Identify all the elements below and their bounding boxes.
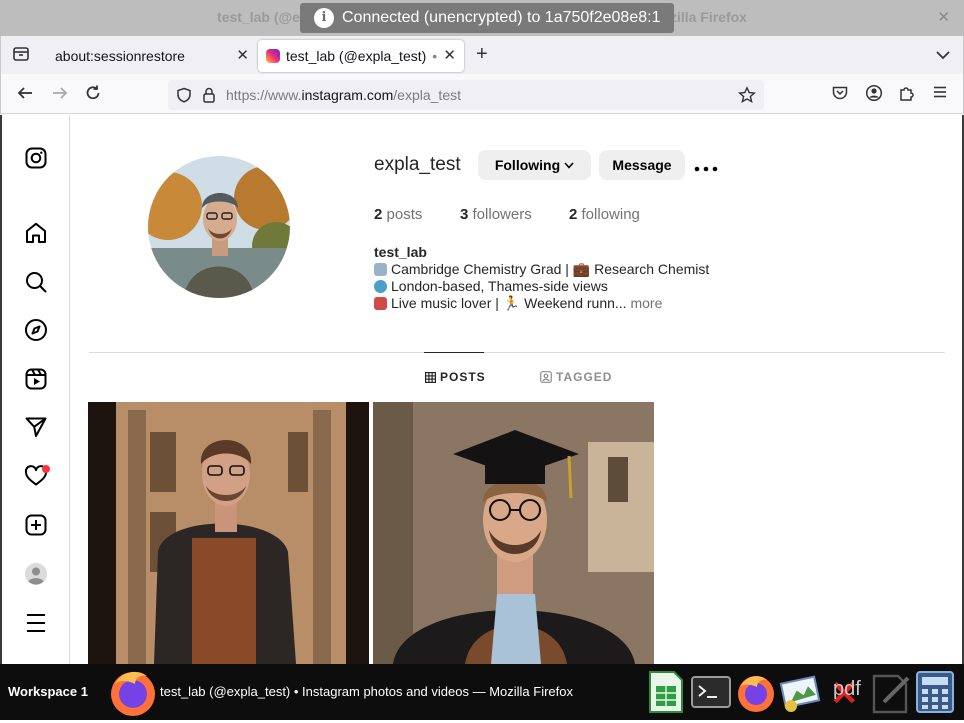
profile-avatar[interactable] xyxy=(148,156,290,298)
pdf-viewer-app-icon[interactable]: ✕ pdf xyxy=(830,675,861,713)
bio-line: London-based, Thames-side views xyxy=(374,278,608,294)
bio-text: Cambridge Chemistry Grad | 💼 Research Ch… xyxy=(391,261,710,277)
spreadsheet-app-icon[interactable] xyxy=(648,670,684,719)
bookmark-star-icon[interactable] xyxy=(738,86,756,109)
followers-link[interactable]: 3 followers xyxy=(460,206,532,223)
vnc-connection-banner: i Connected (unencrypted) to 1a750f2e08e… xyxy=(300,3,675,33)
following-count-label: following xyxy=(581,206,640,223)
banner-text: Connected (unencrypted) to 1a750f2e08e8:… xyxy=(342,9,661,26)
bio-more-link[interactable]: more xyxy=(630,295,662,311)
url-bar[interactable]: https://www.instagram.com/expla_test xyxy=(168,80,764,110)
grid-icon xyxy=(425,371,436,383)
text-editor-app-icon[interactable] xyxy=(870,670,912,719)
messages-paper-plane-icon[interactable] xyxy=(24,415,48,444)
chevron-down-icon xyxy=(564,162,574,169)
url-prefix: https://www. xyxy=(226,87,302,103)
tab-label: about:sessionrestore xyxy=(55,48,185,64)
instagram-logo-icon[interactable] xyxy=(24,146,48,175)
window-close-button[interactable]: ✕ xyxy=(937,8,950,26)
message-button[interactable]: Message xyxy=(599,150,685,180)
bio-text: Live music lover | 🏃 Weekend runn... xyxy=(391,295,627,311)
firefox-launcher-icon[interactable] xyxy=(735,672,777,719)
active-tab-indicator xyxy=(424,352,484,353)
tracking-protection-shield-icon[interactable] xyxy=(176,87,192,108)
firefox-taskbar-icon[interactable] xyxy=(107,666,159,723)
window-title-right: zilla Firefox xyxy=(669,9,747,25)
forward-arrow-icon[interactable] xyxy=(51,84,69,107)
tabs-divider xyxy=(89,352,945,353)
back-arrow-icon[interactable] xyxy=(16,84,34,107)
bio-line: Cambridge Chemistry Grad | 💼 Research Ch… xyxy=(374,261,709,278)
followers-count-value: 3 xyxy=(460,206,469,223)
tab-posts[interactable]: POSTS xyxy=(425,370,486,384)
more-menu-hamburger-icon[interactable] xyxy=(24,611,48,640)
more-options-icon[interactable] xyxy=(694,160,718,178)
globe-emoji-icon xyxy=(374,280,387,293)
tab-posts-label: POSTS xyxy=(440,370,486,384)
new-tab-button[interactable]: + xyxy=(476,43,488,66)
profile-display-name: test_lab xyxy=(374,244,427,260)
lock-icon[interactable] xyxy=(202,87,216,108)
home-icon[interactable] xyxy=(24,221,48,250)
post-thumbnail[interactable] xyxy=(88,402,369,664)
workspace-label[interactable]: Workspace 1 xyxy=(8,684,88,699)
url-text[interactable]: https://www.instagram.com/expla_test xyxy=(226,87,461,103)
tab-close-icon[interactable]: ✕ xyxy=(443,46,456,64)
bio-text: London-based, Thames-side views xyxy=(391,278,608,294)
calculator-app-icon[interactable] xyxy=(914,670,956,719)
profile-avatar-icon[interactable] xyxy=(24,562,48,591)
navigation-toolbar: https://www.instagram.com/expla_test xyxy=(0,74,964,114)
pocket-icon[interactable] xyxy=(831,84,849,107)
following-link[interactable]: 2 following xyxy=(569,206,640,223)
posts-count-value: 2 xyxy=(374,206,383,223)
hamburger-menu-icon[interactable] xyxy=(932,84,948,105)
info-icon: i xyxy=(314,8,334,28)
following-button[interactable]: Following xyxy=(478,150,591,180)
notification-badge xyxy=(42,465,50,473)
image-viewer-app-icon[interactable] xyxy=(779,670,823,719)
reload-icon[interactable] xyxy=(84,84,102,107)
tab-instagram[interactable]: test_lab (@expla_test) • ✕ xyxy=(258,40,464,72)
terminal-app-icon[interactable] xyxy=(691,676,731,713)
taskbar: Workspace 1 test_lab (@expla_test) • Ins… xyxy=(0,664,964,720)
explore-compass-icon[interactable] xyxy=(24,318,48,347)
instagram-page: expla_test Following Message 2 posts 3 f… xyxy=(0,115,964,664)
firefox-view-icon[interactable] xyxy=(12,45,30,68)
pdf-label: pdf xyxy=(833,678,861,700)
reels-icon[interactable] xyxy=(24,367,48,396)
url-domain: instagram.com xyxy=(301,87,394,103)
create-plus-icon[interactable] xyxy=(24,513,48,542)
guitar-emoji-icon xyxy=(374,297,387,310)
post-thumbnail[interactable] xyxy=(373,402,654,664)
following-button-label: Following xyxy=(494,157,561,173)
tab-tagged[interactable]: TAGGED xyxy=(540,370,612,384)
window-title-left: test_lab (@e xyxy=(217,9,300,25)
followers-count-label: followers xyxy=(472,206,532,223)
microscope-emoji-icon xyxy=(374,263,387,276)
posts-count-label: posts xyxy=(386,206,423,223)
taskbar-window-title[interactable]: test_lab (@expla_test) • Instagram photo… xyxy=(160,684,573,699)
account-icon[interactable] xyxy=(865,84,883,107)
url-path: /expla_test xyxy=(393,87,461,103)
extensions-puzzle-icon[interactable] xyxy=(898,84,916,107)
instagram-sidebar xyxy=(2,115,70,664)
search-icon[interactable] xyxy=(24,270,48,299)
tagged-portrait-icon xyxy=(540,371,552,383)
tab-label: test_lab (@expla_test) xyxy=(286,48,427,64)
list-all-tabs-chevron-icon[interactable] xyxy=(936,47,950,65)
tab-audio-dot: • xyxy=(432,48,438,64)
instagram-favicon-icon xyxy=(266,49,280,63)
tab-sessionrestore[interactable]: about:sessionrestore ✕ xyxy=(43,40,257,72)
following-count-value: 2 xyxy=(569,206,578,223)
posts-count: 2 posts xyxy=(374,206,422,223)
tab-tagged-label: TAGGED xyxy=(556,370,613,384)
bio-line: Live music lover | 🏃 Weekend runn... mor… xyxy=(374,295,662,312)
profile-username: expla_test xyxy=(374,154,461,175)
tab-close-icon[interactable]: ✕ xyxy=(236,46,249,64)
